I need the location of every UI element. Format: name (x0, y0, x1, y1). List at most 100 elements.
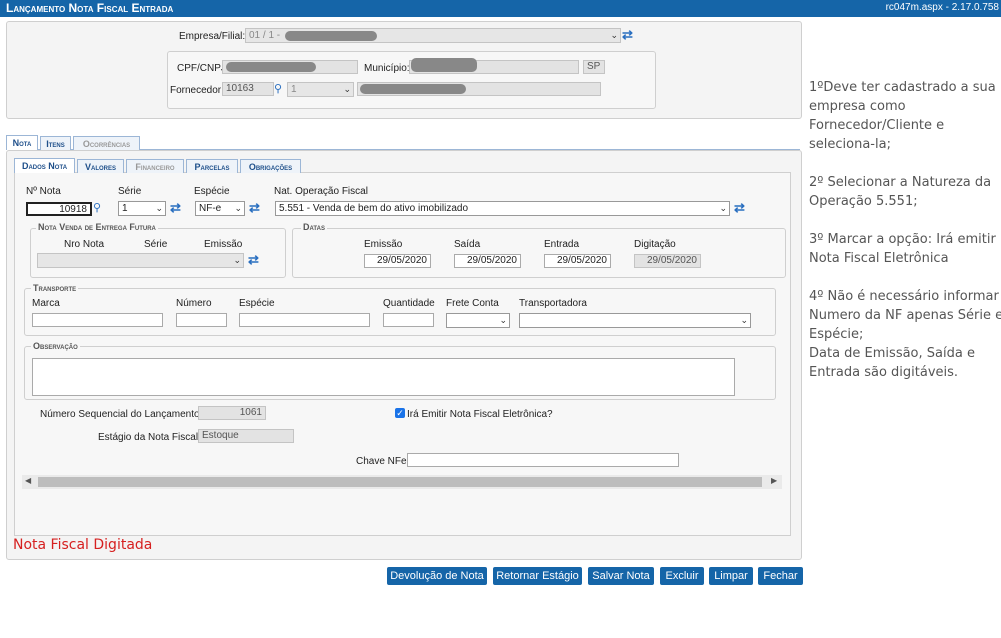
transportadora-select[interactable]: ⌄ (519, 313, 751, 328)
tab-valores[interactable]: Valores (77, 159, 124, 173)
numero-field[interactable] (176, 313, 227, 327)
venda-serie-label: Série (144, 239, 168, 250)
note-line: 3º Marcar a opção: Irá emitir (809, 232, 996, 247)
emitir-nfe-checkbox[interactable]: ✓ (395, 408, 405, 418)
chevron-down-icon: ⌄ (155, 203, 163, 213)
note-line: Numero da NF apenas Série e (809, 308, 1001, 323)
numero-label: Número (176, 298, 212, 309)
transp-especie-field[interactable] (239, 313, 370, 327)
transporte-legend: Transporte (31, 283, 79, 293)
transporte-fieldset (24, 288, 776, 336)
estagio-label: Estágio da Nota Fiscal: (98, 432, 201, 443)
search-icon[interactable]: ⚲ (93, 201, 101, 214)
saida-label: Saída (454, 239, 481, 250)
datas-legend: Datas (301, 222, 327, 232)
especie-select[interactable]: NF-e ⌄ (195, 201, 245, 216)
fornecedor-select[interactable]: 1 ⌄ (287, 82, 354, 97)
observacao-legend: Observação (31, 341, 80, 351)
tab-parcelas[interactable]: Parcelas (186, 159, 238, 173)
tab-nota[interactable]: Nota (6, 135, 38, 150)
note-line: Nota Fiscal Eletrônica (809, 251, 949, 266)
redacted-empresa (285, 31, 377, 41)
emitir-nfe-label: Irá Emitir Nota Fiscal Eletrônica? (407, 409, 553, 420)
venda-futura-select[interactable]: ⌄ (37, 253, 244, 268)
refresh-icon[interactable]: ⇄ (734, 201, 745, 214)
tab-financeiro[interactable]: Financeiro (126, 159, 184, 173)
natop-select[interactable]: 5.551 - Venda de bem do ativo imobilizad… (275, 201, 730, 216)
note-line: empresa como (809, 99, 906, 114)
chevron-down-icon: ⌄ (343, 84, 351, 94)
chevron-down-icon: ⌄ (610, 30, 618, 40)
horizontal-scrollbar[interactable]: ◀ ▶ (22, 475, 782, 489)
devolucao-button[interactable]: Devolução de Nota (387, 567, 487, 585)
saida-field[interactable]: 29/05/2020 (454, 254, 521, 268)
redacted-fornecedor (360, 84, 466, 94)
entrada-field[interactable]: 29/05/2020 (544, 254, 611, 268)
quantidade-label: Quantidade (383, 298, 435, 309)
quantidade-field[interactable] (383, 313, 434, 327)
uf-field[interactable]: SP (583, 60, 605, 74)
scroll-left-icon[interactable]: ◀ (25, 476, 31, 485)
fornecedor-label: Fornecedor: (170, 85, 224, 96)
observacao-textarea[interactable] (32, 358, 735, 396)
fornecedor-code-field[interactable]: 10163 (222, 82, 274, 96)
estagio-field: Estoque (198, 429, 294, 443)
natop-label: Nat. Operação Fiscal (274, 186, 368, 197)
status-text: Nota Fiscal Digitada (13, 537, 153, 553)
chave-field[interactable] (407, 453, 679, 467)
refresh-icon[interactable]: ⇄ (170, 201, 181, 214)
datas-fieldset (292, 228, 786, 278)
chevron-down-icon: ⌄ (499, 315, 507, 325)
title-bar: Lançamento Nota Fiscal Entrada rc047m.as… (0, 0, 1001, 17)
note-line: seleciona-la; (809, 137, 891, 152)
digitacao-field: 29/05/2020 (634, 254, 701, 268)
seq-field: 1061 (198, 406, 266, 420)
scrollbar-thumb[interactable] (38, 477, 762, 487)
nro-nota-field[interactable]: 10918 (26, 202, 92, 216)
tab-dados-nota[interactable]: Dados Nota (14, 158, 75, 173)
emissao-field[interactable]: 29/05/2020 (364, 254, 431, 268)
fechar-button[interactable]: Fechar (758, 567, 803, 585)
refresh-icon[interactable]: ⇄ (249, 201, 260, 214)
marca-label: Marca (32, 298, 60, 309)
tab-ocorrencias[interactable]: Ocorrências (73, 136, 140, 150)
frete-label: Frete Conta (446, 298, 499, 309)
frete-select[interactable]: ⌄ (446, 313, 510, 328)
venda-emissao-label: Emissão (204, 239, 243, 250)
venda-nro-label: Nro Nota (64, 239, 105, 250)
excluir-button[interactable]: Excluir (660, 567, 704, 585)
municipio-label: Município: (364, 63, 410, 74)
note-line: Fornecedor/Cliente e (809, 118, 945, 133)
note-line: Data de Emissão, Saída e (809, 346, 975, 361)
digitacao-label: Digitação (634, 239, 676, 250)
chevron-down-icon: ⌄ (233, 255, 241, 265)
venda-futura-legend: Nota Venda de Entrega Futura (36, 222, 158, 232)
note-line: Entrada são digitáveis. (809, 365, 959, 380)
chevron-down-icon: ⌄ (740, 315, 748, 325)
tab-obrigacoes[interactable]: Obrigações (240, 159, 301, 173)
retornar-estagio-button[interactable]: Retornar Estágio (493, 567, 582, 585)
refresh-icon[interactable]: ⇄ (622, 28, 633, 41)
note-line: Operação 5.551; (809, 194, 918, 209)
emissao-label: Emissão (364, 239, 403, 250)
chave-label: Chave NFe: (356, 456, 410, 467)
note-line: Espécie; (809, 327, 864, 342)
redacted-cpf (226, 62, 316, 72)
limpar-button[interactable]: Limpar (709, 567, 753, 585)
nro-nota-label: Nº Nota (26, 186, 61, 197)
note-line: 2º Selecionar a Natureza da (809, 175, 992, 190)
version-label: rc047m.aspx - 2.17.0.758 (885, 2, 999, 13)
entrada-label: Entrada (544, 239, 580, 250)
chevron-down-icon: ⌄ (719, 203, 727, 213)
salvar-nota-button[interactable]: Salvar Nota (588, 567, 654, 585)
chevron-down-icon: ⌄ (234, 203, 242, 213)
scroll-right-icon[interactable]: ▶ (771, 476, 777, 485)
note-line: 4º Não é necessário informar (809, 289, 999, 304)
especie-label: Espécie (194, 186, 230, 197)
tab-itens[interactable]: Itens (40, 136, 71, 150)
serie-select[interactable]: 1 ⌄ (118, 201, 166, 216)
marca-field[interactable] (32, 313, 163, 327)
search-icon[interactable]: ⚲ (274, 82, 282, 95)
page-title: Lançamento Nota Fiscal Entrada (6, 1, 174, 15)
refresh-icon[interactable]: ⇄ (248, 253, 259, 266)
